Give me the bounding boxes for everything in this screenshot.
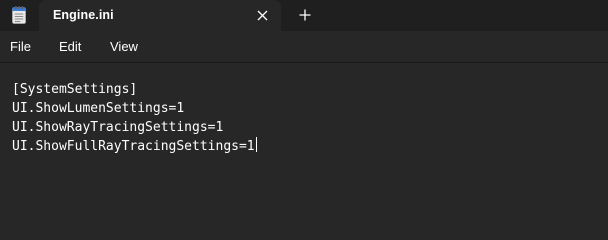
menu-view[interactable]: View	[110, 39, 138, 54]
editor-line: UI.ShowRayTracingSettings=1	[12, 120, 224, 135]
tab-engine-ini[interactable]: Engine.ini	[39, 0, 281, 31]
close-icon[interactable]	[253, 6, 271, 24]
plus-icon[interactable]	[296, 6, 314, 24]
editor-line: UI.ShowLumenSettings=1	[12, 101, 185, 116]
text-caret	[255, 137, 257, 152]
editor-line-text: UI.ShowFullRayTracingSettings=1	[12, 139, 255, 154]
title-bar: Engine.ini	[0, 0, 608, 31]
menu-file[interactable]: File	[10, 39, 31, 54]
editor-line-current: UI.ShowFullRayTracingSettings=1	[12, 137, 257, 156]
text-editor[interactable]: [SystemSettings] UI.ShowLumenSettings=1 …	[0, 63, 608, 220]
menu-bar: File Edit View	[0, 31, 608, 63]
tab-title: Engine.ini	[53, 8, 114, 22]
notepad-app-icon	[12, 6, 26, 24]
editor-line: [SystemSettings]	[12, 82, 138, 97]
menu-edit[interactable]: Edit	[59, 39, 81, 54]
